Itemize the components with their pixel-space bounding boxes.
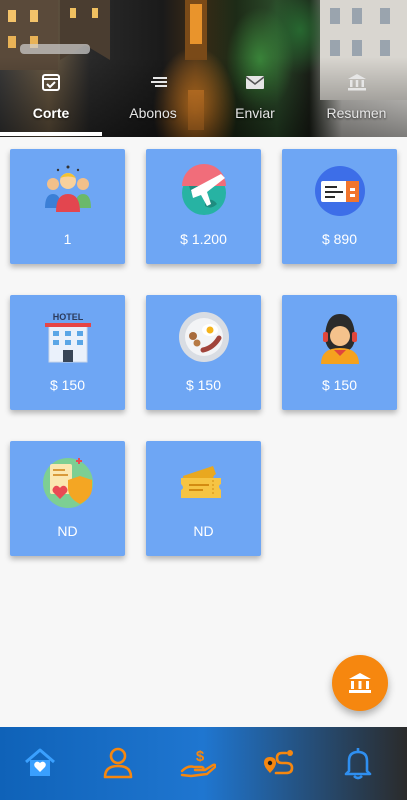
bottom-navigation: $ <box>0 727 407 800</box>
bank-icon <box>347 74 366 91</box>
card-breakfast-value: $ 150 <box>185 377 222 393</box>
tab-bar: Corte Abonos Enviar Resumen <box>0 68 407 137</box>
tab-corte-label: Corte <box>32 105 70 121</box>
card-hotel-value: $ 150 <box>49 377 86 393</box>
card-tickets[interactable]: ND <box>146 441 261 556</box>
user-icon <box>103 747 133 779</box>
check-calendar-icon <box>42 74 60 91</box>
nav-home-button[interactable] <box>22 745 62 785</box>
tab-enviar-label: Enviar <box>235 105 275 121</box>
card-tickets-value: ND <box>193 523 214 539</box>
route-icon <box>264 750 294 775</box>
tab-corte[interactable]: Corte <box>0 68 102 137</box>
airplane-globe-icon <box>182 164 226 215</box>
card-hotel[interactable]: HOTEL $ 150 <box>10 295 125 410</box>
tab-resumen[interactable]: Resumen <box>306 68 407 137</box>
flight-ticket-icon <box>315 166 365 216</box>
payment-hand-icon: $ <box>180 748 217 778</box>
svg-text:HOTEL: HOTEL <box>53 312 84 322</box>
nav-route-button[interactable] <box>262 745 302 785</box>
bell-icon <box>344 748 372 780</box>
bank-icon <box>349 673 371 693</box>
card-people[interactable]: 1 <box>10 149 125 264</box>
card-breakfast[interactable]: $ 150 <box>146 295 261 410</box>
hotel-icon: HOTEL <box>45 312 91 363</box>
card-guide[interactable]: $ 150 <box>282 295 397 410</box>
health-insurance-icon <box>43 458 93 508</box>
bank-fab-button[interactable] <box>332 655 388 711</box>
tab-resumen-label: Resumen <box>326 105 387 121</box>
tab-abonos-label: Abonos <box>129 105 177 121</box>
card-insurance[interactable]: ND <box>10 441 125 556</box>
tour-guide-icon <box>321 314 359 364</box>
card-ticket[interactable]: $ 890 <box>282 149 397 264</box>
card-flight[interactable]: $ 1.200 <box>146 149 261 264</box>
tab-abonos[interactable]: Abonos <box>102 68 204 137</box>
people-group-icon <box>45 165 91 212</box>
nav-payments-button[interactable]: $ <box>180 745 220 785</box>
list-icon <box>151 77 168 87</box>
svg-text:$: $ <box>196 748 205 765</box>
card-insurance-value: ND <box>57 523 78 539</box>
mail-icon <box>245 76 265 89</box>
active-tab-indicator <box>0 132 102 136</box>
nav-notifications-button[interactable] <box>340 745 380 785</box>
card-flight-value: $ 1.200 <box>180 231 227 247</box>
tickets-icon <box>181 466 221 498</box>
card-ticket-value: $ 890 <box>321 231 358 247</box>
tab-enviar[interactable]: Enviar <box>204 68 306 137</box>
card-guide-value: $ 150 <box>321 377 358 393</box>
nav-profile-button[interactable] <box>100 745 140 785</box>
home-icon <box>25 748 55 776</box>
breakfast-plate-icon <box>179 312 229 362</box>
card-people-value: 1 <box>63 231 72 247</box>
header-banner: Corte Abonos Enviar Resumen <box>0 0 407 137</box>
